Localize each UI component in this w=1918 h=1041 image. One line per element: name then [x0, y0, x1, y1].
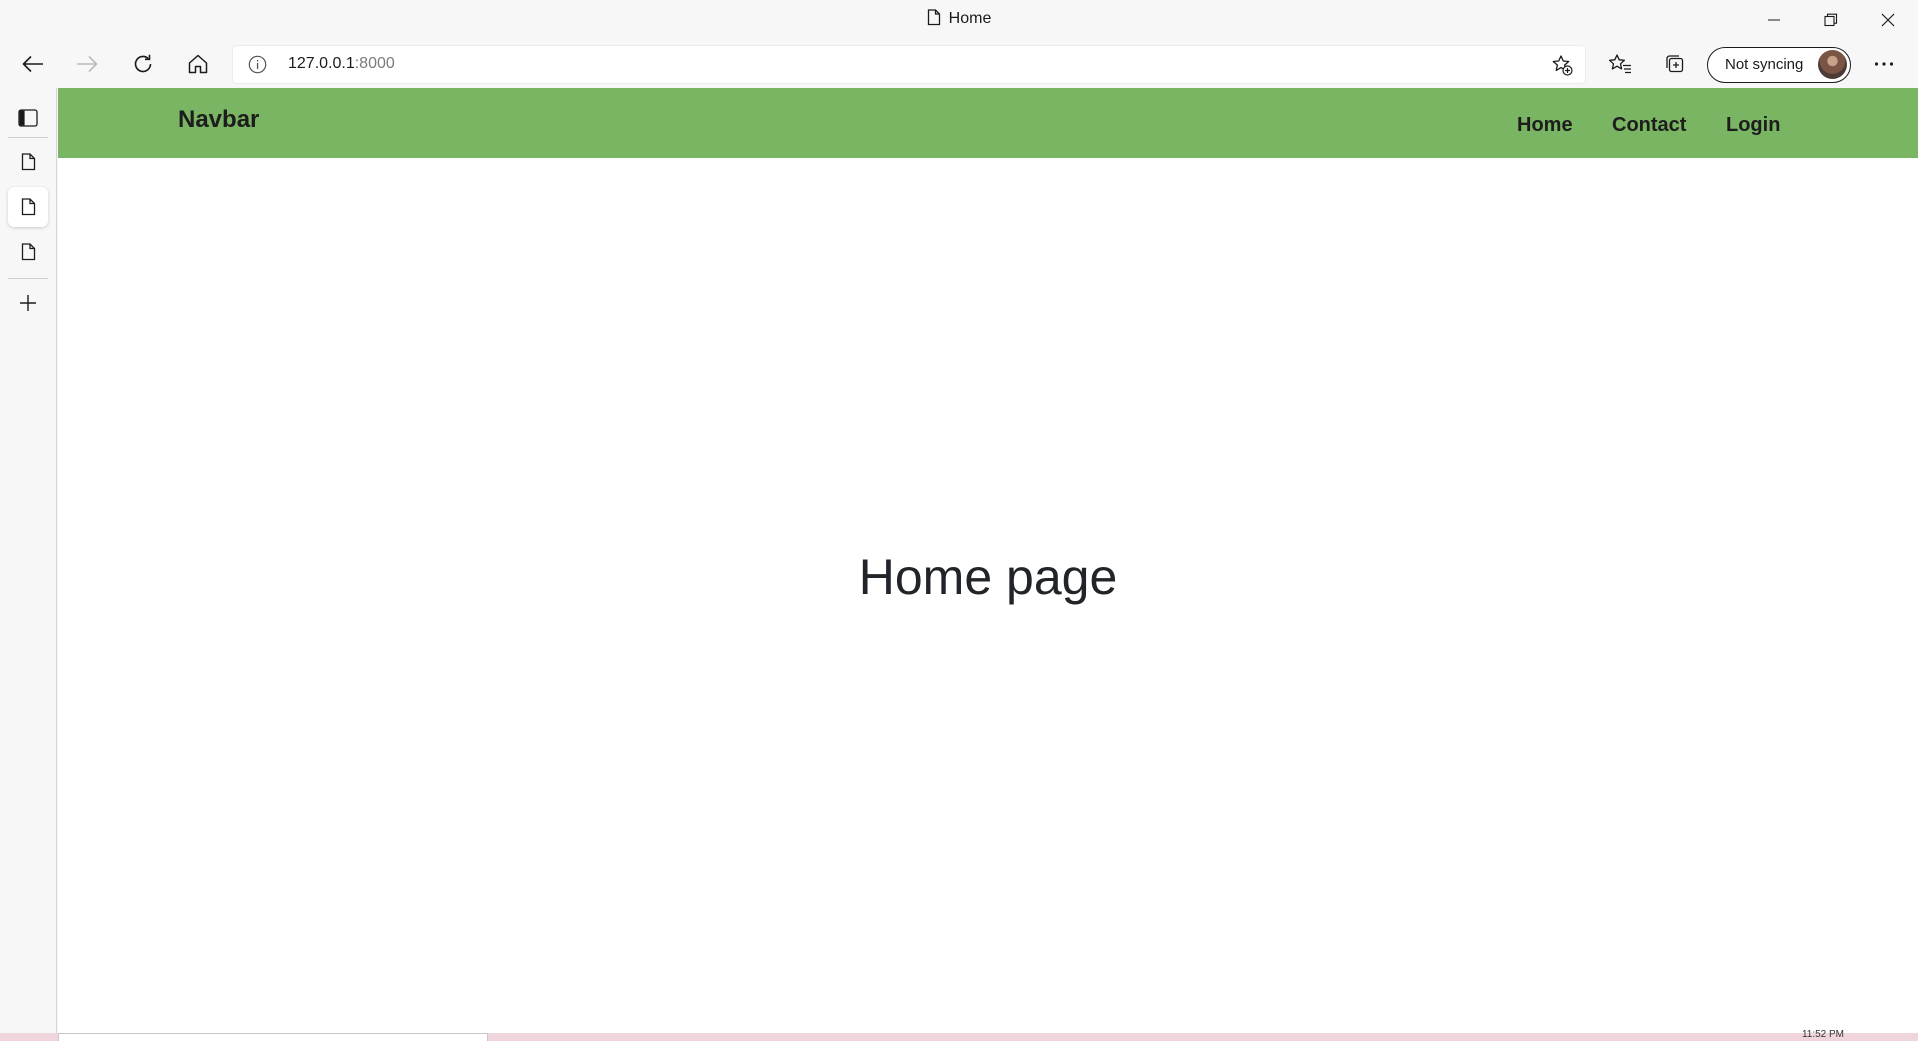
- avatar: [1818, 50, 1847, 79]
- browser-window: Home 127.0.0.1:8000 Not syncing Navbar H…: [0, 0, 1918, 1041]
- vertical-tabs-sidebar: [0, 88, 57, 1033]
- close-window-button[interactable]: [1860, 0, 1916, 40]
- minimize-button[interactable]: [1746, 0, 1802, 40]
- address-bar[interactable]: 127.0.0.1:8000: [233, 46, 1585, 83]
- os-taskbar: 11:52 PM: [0, 1030, 1918, 1041]
- refresh-button[interactable]: [123, 44, 163, 84]
- forward-button[interactable]: [67, 44, 107, 84]
- navbar-brand[interactable]: Navbar: [178, 106, 259, 134]
- refresh-icon: [134, 54, 152, 73]
- tab-actions-icon: [18, 109, 38, 127]
- back-arrow-icon: [22, 55, 43, 73]
- sidebar-divider: [8, 137, 48, 138]
- web-page: Navbar Home Contact Login Home page: [58, 88, 1918, 1033]
- url-host: 127.0.0.1: [288, 55, 355, 72]
- browser-toolbar: 127.0.0.1:8000 Not syncing: [0, 40, 1918, 88]
- new-tab-button[interactable]: [8, 283, 48, 323]
- sidebar-tab-2-active[interactable]: [8, 187, 48, 227]
- favorites-button[interactable]: [1600, 44, 1640, 84]
- window-title-text: Home: [948, 10, 992, 27]
- nav-link-contact[interactable]: Contact: [1612, 114, 1686, 137]
- taskbar-clock: 11:52 PM: [1801, 1030, 1844, 1040]
- url-text[interactable]: 127.0.0.1:8000: [288, 55, 395, 73]
- collections-icon: [1666, 55, 1684, 73]
- home-icon: [188, 54, 208, 74]
- forward-arrow-icon: [77, 55, 98, 73]
- url-port: :8000: [354, 55, 395, 72]
- site-info-icon[interactable]: [248, 55, 267, 79]
- sync-status-label: Not syncing: [1725, 56, 1804, 73]
- page-icon: [21, 243, 35, 261]
- page-heading: Home page: [858, 549, 1118, 605]
- nav-link-home[interactable]: Home: [1517, 114, 1573, 137]
- site-navbar: Navbar Home Contact Login: [58, 88, 1918, 158]
- taskbar-search-box[interactable]: [58, 1033, 488, 1041]
- close-icon: [1881, 13, 1895, 27]
- minimize-icon: [1768, 19, 1780, 21]
- settings-more-button[interactable]: [1864, 44, 1904, 84]
- plus-icon: [20, 295, 36, 311]
- collections-button[interactable]: [1655, 44, 1695, 84]
- page-icon: [21, 153, 35, 171]
- favorites-icon: [1608, 54, 1631, 74]
- sidebar-tab-3[interactable]: [8, 232, 48, 272]
- more-icon: [1874, 62, 1894, 66]
- title-bar: Home: [0, 0, 1918, 40]
- add-favorite-icon[interactable]: [1551, 54, 1573, 81]
- page-icon: [927, 9, 941, 31]
- sidebar-tab-1[interactable]: [8, 142, 48, 182]
- nav-link-login[interactable]: Login: [1726, 114, 1780, 137]
- page-icon: [21, 198, 35, 216]
- window-title: Home: [0, 9, 1918, 31]
- sidebar-divider: [8, 278, 48, 279]
- restore-button[interactable]: [1803, 0, 1859, 40]
- restore-icon: [1824, 13, 1838, 27]
- profile-sync-button[interactable]: Not syncing: [1707, 47, 1851, 83]
- back-button[interactable]: [13, 44, 53, 84]
- home-button[interactable]: [178, 44, 218, 84]
- tab-actions-button[interactable]: [8, 98, 48, 138]
